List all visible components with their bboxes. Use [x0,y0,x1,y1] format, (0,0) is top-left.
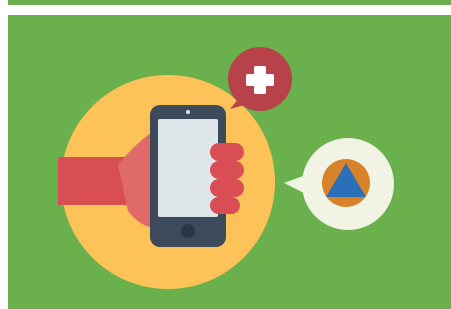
finger-1 [210,143,244,161]
phone-screen [158,119,218,217]
finger-4 [210,197,240,214]
phone-speaker [186,110,190,114]
phone-home-button [181,224,195,238]
medical-bubble [228,47,292,111]
illustration-panel [8,15,451,309]
top-green-strip [8,0,451,5]
finger-2 [210,161,244,179]
emergency-app-illustration [8,15,451,309]
finger-3 [210,179,244,197]
triangle-in-circle-icon [322,159,370,207]
